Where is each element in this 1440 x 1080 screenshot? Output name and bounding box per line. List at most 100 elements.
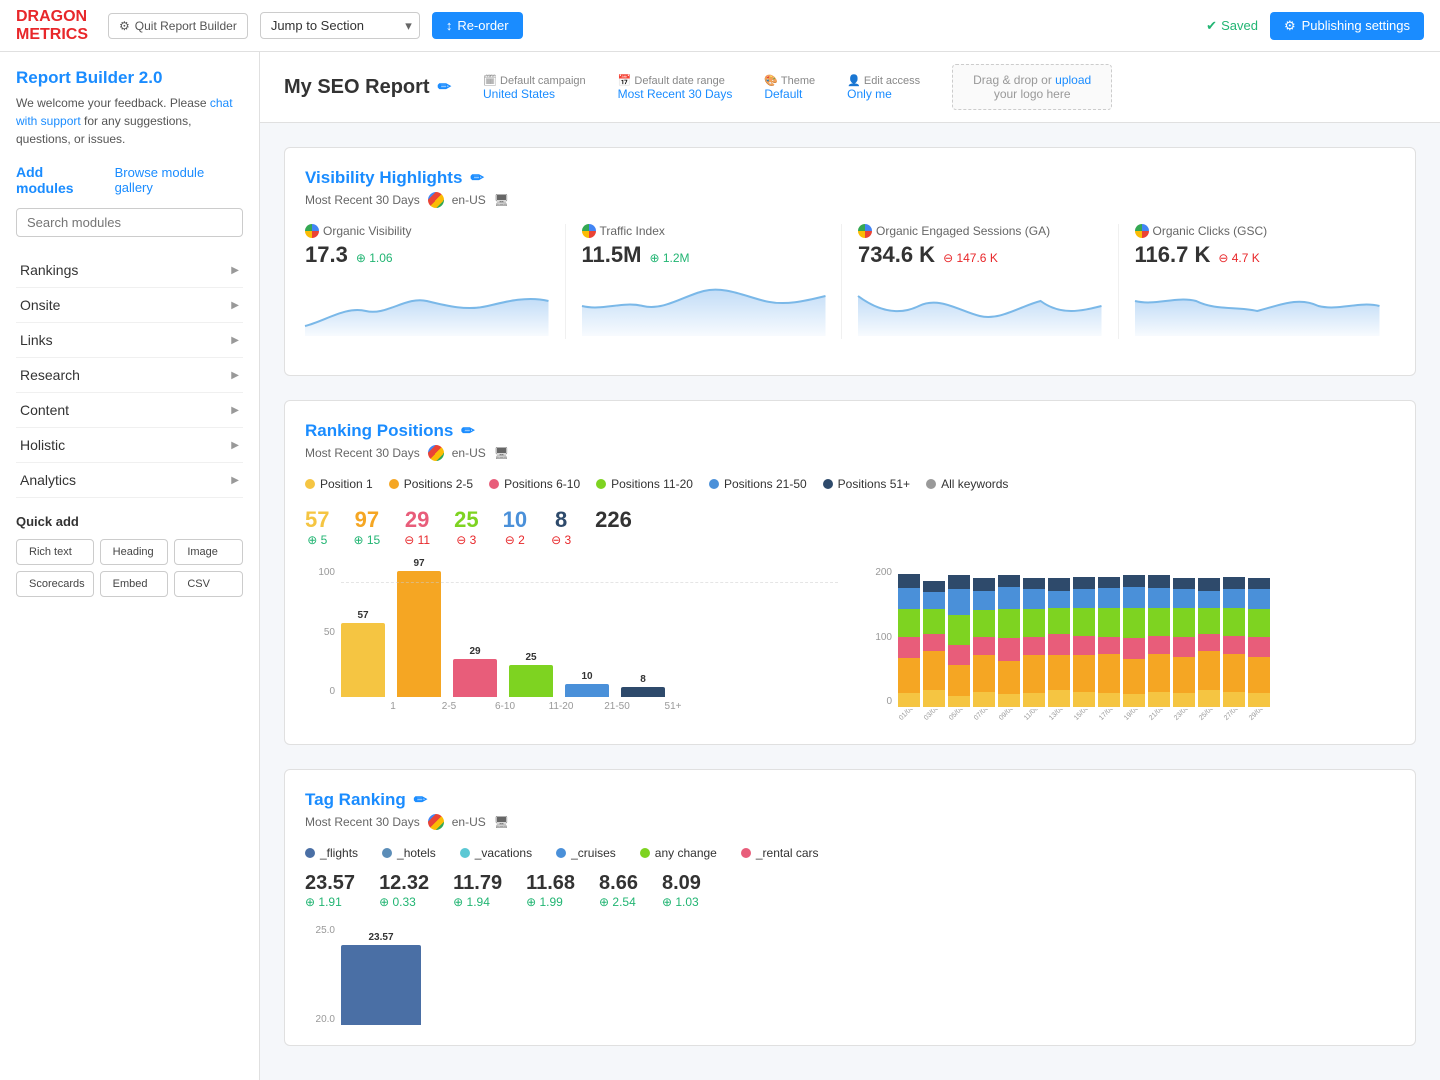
stacked-seg <box>948 615 970 646</box>
nav-arrow-icon: ▶ <box>231 265 239 276</box>
stacked-seg <box>1198 634 1220 651</box>
campaign-value[interactable]: United States <box>483 87 586 101</box>
stacked-col <box>1098 577 1120 707</box>
stacked-seg <box>998 694 1020 707</box>
tag-value: 8.09⊕ 1.03 <box>662 872 701 909</box>
campaign-meta: 🗓 Default campaign United States <box>483 74 586 101</box>
jump-to-section-select[interactable]: Jump to Section <box>260 12 420 39</box>
position-value: 29⊖ 11 <box>404 507 430 547</box>
quick-add-rich-text-button[interactable]: Rich text <box>16 539 94 565</box>
google-icon <box>1135 224 1149 238</box>
sidebar-item-onsite[interactable]: Onsite▶ <box>16 288 243 323</box>
mini-chart-svg <box>305 276 549 336</box>
quit-report-builder-button[interactable]: ⚙ Quit Report Builder <box>108 13 248 39</box>
stacked-seg <box>973 610 995 637</box>
legend-item: Positions 21-50 <box>709 477 807 491</box>
stacked-seg <box>1073 636 1095 656</box>
logo: DRAGON METRICS <box>16 8 88 43</box>
logo-line2: METRICS <box>16 26 88 44</box>
google-icon <box>305 224 319 238</box>
browse-module-gallery-label[interactable]: Browse module gallery <box>115 165 243 195</box>
metric-label: Organic Engaged Sessions (GA) <box>858 224 1102 238</box>
stacked-seg <box>1173 608 1195 637</box>
stacked-seg <box>1223 608 1245 636</box>
sidebar-item-analytics[interactable]: Analytics▶ <box>16 463 243 498</box>
stacked-seg <box>973 692 995 707</box>
desktop-icon2: 🖥 <box>494 446 509 460</box>
quick-add-scorecards-button[interactable]: Scorecards <box>16 571 94 597</box>
visibility-meta: Most Recent 30 Days en-US 🖥 <box>305 192 1395 208</box>
tag-ranking-meta: Most Recent 30 Days en-US 🖥 <box>305 814 1395 830</box>
stacked-col <box>923 581 945 707</box>
header: DRAGON METRICS ⚙ Quit Report Builder Jum… <box>0 0 1440 52</box>
stacked-seg <box>1073 692 1095 707</box>
visibility-section: Visibility Highlights ✏ Most Recent 30 D… <box>284 147 1416 376</box>
publishing-settings-button[interactable]: ⚙ Publishing settings <box>1270 12 1424 40</box>
stacked-seg <box>1248 589 1270 609</box>
stacked-seg <box>1223 654 1245 692</box>
tag-edit-icon[interactable]: ✏ <box>414 790 427 810</box>
stacked-seg <box>998 638 1020 660</box>
date-meta: 📅 Default date range Most Recent 30 Days <box>618 74 733 101</box>
desktop-icon3: 🖥 <box>494 815 509 829</box>
logo-line1: DRAGON <box>16 8 88 26</box>
stacked-seg <box>1223 577 1245 590</box>
quick-add-embed-button[interactable]: Embed <box>100 571 169 597</box>
stacked-seg <box>1198 690 1220 707</box>
ranking-edit-icon[interactable]: ✏ <box>461 421 474 441</box>
tag-dot <box>556 848 566 858</box>
tag-legend: _flights_hotels_vacations_cruisesany cha… <box>305 846 1395 860</box>
stacked-seg <box>898 609 920 637</box>
stacked-seg <box>1198 651 1220 690</box>
legend-item: Position 1 <box>305 477 373 491</box>
legend-dot <box>596 479 606 489</box>
sidebar-item-holistic[interactable]: Holistic▶ <box>16 428 243 463</box>
stacked-seg <box>1148 575 1170 588</box>
sidebar-item-rankings[interactable]: Rankings▶ <box>16 253 243 288</box>
quick-add-csv-button[interactable]: CSV <box>174 571 243 597</box>
bar-segment <box>621 687 665 697</box>
stacked-col <box>973 578 995 707</box>
stacked-seg <box>1098 693 1120 707</box>
stacked-seg <box>1173 578 1195 589</box>
quick-add-image-button[interactable]: Image <box>174 539 243 565</box>
tag-dot <box>460 848 470 858</box>
stacked-seg <box>1023 693 1045 707</box>
stacked-col <box>1248 578 1270 707</box>
stacked-col <box>1173 578 1195 707</box>
stacked-seg <box>1123 575 1145 586</box>
metric-card-2: Organic Engaged Sessions (GA) 734.6 K ⊖ … <box>858 224 1119 339</box>
layout: Report Builder 2.0 We welcome your feedb… <box>0 52 1440 1080</box>
stacked-seg <box>1048 634 1070 655</box>
stacked-seg <box>1198 578 1220 591</box>
date-value[interactable]: Most Recent 30 Days <box>618 87 733 101</box>
add-modules-label[interactable]: Add modules <box>16 164 103 196</box>
stacked-seg <box>1198 591 1220 608</box>
visibility-title: Visibility Highlights ✏ <box>305 168 1395 188</box>
stacked-seg <box>998 609 1020 638</box>
position-value: 226 <box>595 507 632 547</box>
tag-dot <box>640 848 650 858</box>
metric-change: ⊖ 4.7 K <box>1218 251 1259 265</box>
logo-upload-area[interactable]: Drag & drop or uploadyour logo here <box>952 64 1112 110</box>
position-value: 97⊕ 15 <box>353 507 380 547</box>
stacked-seg <box>1223 636 1245 654</box>
sidebar-item-research[interactable]: Research▶ <box>16 358 243 393</box>
person-icon: 👤 <box>847 75 861 87</box>
stacked-seg <box>1173 589 1195 607</box>
stacked-col <box>1198 578 1220 707</box>
sidebar-item-links[interactable]: Links▶ <box>16 323 243 358</box>
quick-add-heading-button[interactable]: Heading <box>100 539 169 565</box>
reorder-button[interactable]: ↕ Re-order <box>432 12 523 39</box>
visibility-edit-icon[interactable]: ✏ <box>470 168 483 188</box>
date-icon: 📅 <box>618 75 632 87</box>
sidebar-item-content[interactable]: Content▶ <box>16 393 243 428</box>
edit-title-icon[interactable]: ✏ <box>438 77 451 97</box>
google-g-icon3 <box>428 814 444 830</box>
stacked-col <box>948 575 970 707</box>
metric-value: 17.3 <box>305 242 348 268</box>
search-modules-input[interactable] <box>16 208 243 237</box>
access-value[interactable]: Only me <box>847 87 920 101</box>
legend-dot <box>305 479 315 489</box>
theme-value[interactable]: Default <box>764 87 815 101</box>
